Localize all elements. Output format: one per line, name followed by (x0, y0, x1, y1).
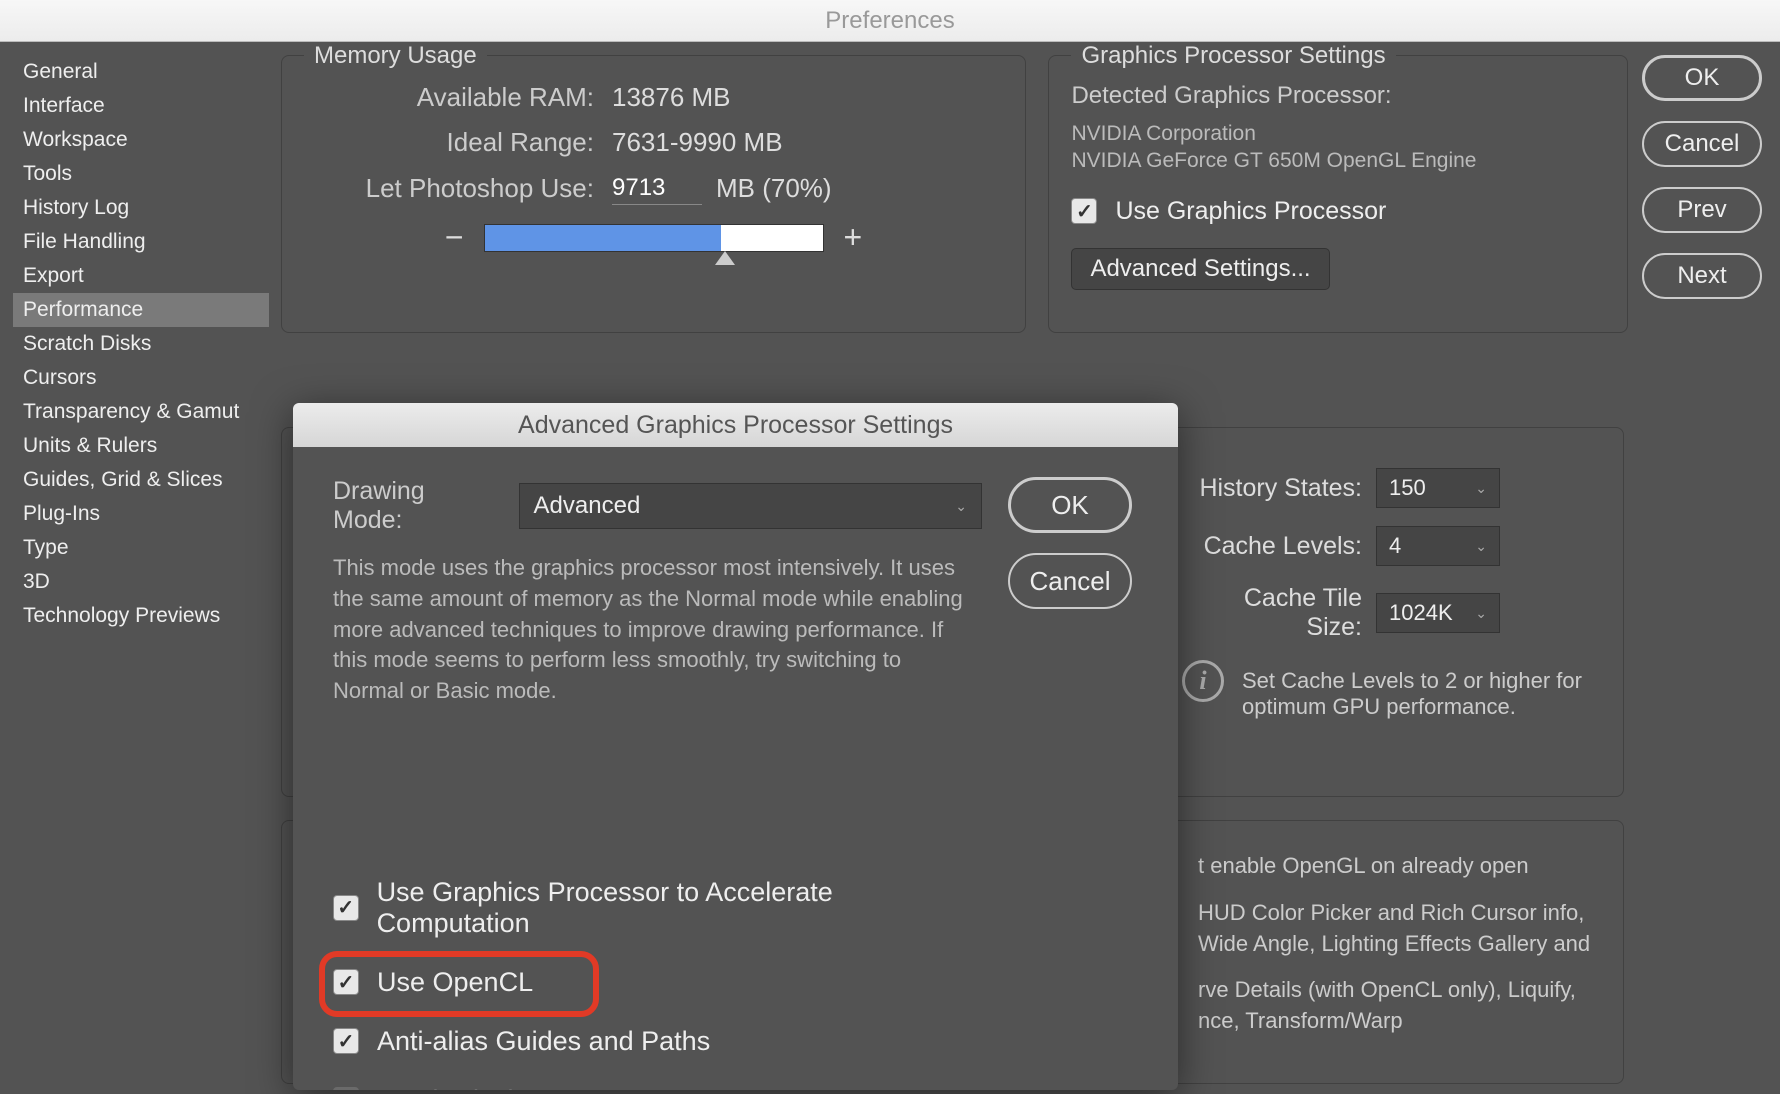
modal-checkbox-2[interactable] (333, 1028, 359, 1054)
use-gpu-label: Use Graphics Processor (1115, 197, 1386, 226)
advanced-gpu-modal: Advanced Graphics Processor Settings Dra… (293, 403, 1178, 1090)
memory-input[interactable] (612, 172, 702, 205)
use-gpu-checkbox[interactable] (1071, 198, 1097, 224)
sidebar-item-cursors[interactable]: Cursors (13, 361, 269, 395)
sidebar-item-tools[interactable]: Tools (13, 157, 269, 191)
memory-suffix: MB (70%) (716, 173, 832, 204)
memory-slider[interactable] (484, 224, 824, 252)
modal-checkbox-label: 30 Bit Display (377, 1085, 542, 1090)
sidebar-item-export[interactable]: Export (13, 259, 269, 293)
slider-minus-icon[interactable]: − (445, 219, 464, 256)
gpu-device: NVIDIA GeForce GT 650M OpenGL Engine (1071, 147, 1605, 174)
cache-levels-label: Cache Levels: (1182, 532, 1362, 561)
ok-button[interactable]: OK (1642, 55, 1762, 101)
preferences-sidebar: GeneralInterfaceWorkspaceToolsHistory Lo… (13, 55, 269, 1094)
sidebar-item-transparency-gamut[interactable]: Transparency & Gamut (13, 395, 269, 429)
modal-title: Advanced Graphics Processor Settings (293, 403, 1178, 447)
panel-title: Graphics Processor Settings (1071, 42, 1395, 70)
history-states-select[interactable]: 150⌄ (1376, 468, 1500, 508)
sidebar-item-technology-previews[interactable]: Technology Previews (13, 599, 269, 633)
drawing-mode-select[interactable]: Advanced ⌄ (519, 483, 982, 529)
sidebar-item-file-handling[interactable]: File Handling (13, 225, 269, 259)
available-ram-value: 13876 MB (612, 82, 731, 113)
sidebar-item-guides-grid-slices[interactable]: Guides, Grid & Slices (13, 463, 269, 497)
sidebar-item-3d[interactable]: 3D (13, 565, 269, 599)
gpu-vendor: NVIDIA Corporation (1071, 120, 1605, 147)
cache-tile-label: Cache Tile Size: (1182, 584, 1362, 642)
cache-hint: Set Cache Levels to 2 or higher for opti… (1242, 668, 1592, 720)
chevron-down-icon: ⌄ (1475, 480, 1487, 497)
gpu-settings-panel: Graphics Processor Settings Detected Gra… (1048, 55, 1628, 333)
slider-plus-icon[interactable]: + (844, 219, 863, 256)
modal-checkbox-3 (333, 1087, 359, 1090)
slider-thumb-icon[interactable] (715, 251, 735, 265)
dialog-buttons: OK Cancel Prev Next (1642, 55, 1762, 299)
modal-ok-button[interactable]: OK (1008, 477, 1132, 533)
drawing-mode-description: This mode uses the graphics processor mo… (333, 553, 973, 707)
chevron-down-icon: ⌄ (955, 498, 967, 515)
sidebar-item-history-log[interactable]: History Log (13, 191, 269, 225)
history-states-label: History States: (1182, 474, 1362, 503)
info-icon: i (1182, 660, 1224, 702)
sidebar-item-general[interactable]: General (13, 55, 269, 89)
cache-tile-select[interactable]: 1024K⌄ (1376, 593, 1500, 633)
detected-gpu-label: Detected Graphics Processor: (1071, 82, 1605, 110)
sidebar-item-interface[interactable]: Interface (13, 89, 269, 123)
sidebar-item-performance[interactable]: Performance (13, 293, 269, 327)
memory-usage-panel: Memory Usage Available RAM:13876 MB Idea… (281, 55, 1026, 333)
modal-cancel-button[interactable]: Cancel (1008, 553, 1132, 609)
cancel-button[interactable]: Cancel (1642, 121, 1762, 167)
next-button[interactable]: Next (1642, 253, 1762, 299)
panel-title: Memory Usage (304, 42, 487, 70)
advanced-settings-button[interactable]: Advanced Settings... (1071, 248, 1329, 290)
sidebar-item-type[interactable]: Type (13, 531, 269, 565)
cache-levels-select[interactable]: 4⌄ (1376, 526, 1500, 566)
available-ram-label: Available RAM: (304, 82, 594, 113)
sidebar-item-units-rulers[interactable]: Units & Rulers (13, 429, 269, 463)
sidebar-item-scratch-disks[interactable]: Scratch Disks (13, 327, 269, 361)
modal-checkbox-label: Use Graphics Processor to Accelerate Com… (377, 877, 982, 939)
chevron-down-icon: ⌄ (1475, 538, 1487, 555)
let-photoshop-use-label: Let Photoshop Use: (304, 173, 594, 204)
modal-checkbox-1[interactable] (333, 969, 359, 995)
detected-gpu-value: NVIDIA Corporation NVIDIA GeForce GT 650… (1071, 120, 1605, 175)
chevron-down-icon: ⌄ (1475, 605, 1487, 622)
modal-checkbox-0[interactable] (333, 895, 359, 921)
modal-checkbox-label: Anti-alias Guides and Paths (377, 1026, 710, 1057)
sidebar-item-workspace[interactable]: Workspace (13, 123, 269, 157)
sidebar-item-plug-ins[interactable]: Plug-Ins (13, 497, 269, 531)
drawing-mode-label: Drawing Mode: (333, 477, 501, 535)
ideal-range-value: 7631-9990 MB (612, 127, 783, 158)
modal-checkbox-label: Use OpenCL (377, 967, 533, 998)
window-title: Preferences (0, 0, 1780, 42)
ideal-range-label: Ideal Range: (304, 127, 594, 158)
prev-button[interactable]: Prev (1642, 187, 1762, 233)
